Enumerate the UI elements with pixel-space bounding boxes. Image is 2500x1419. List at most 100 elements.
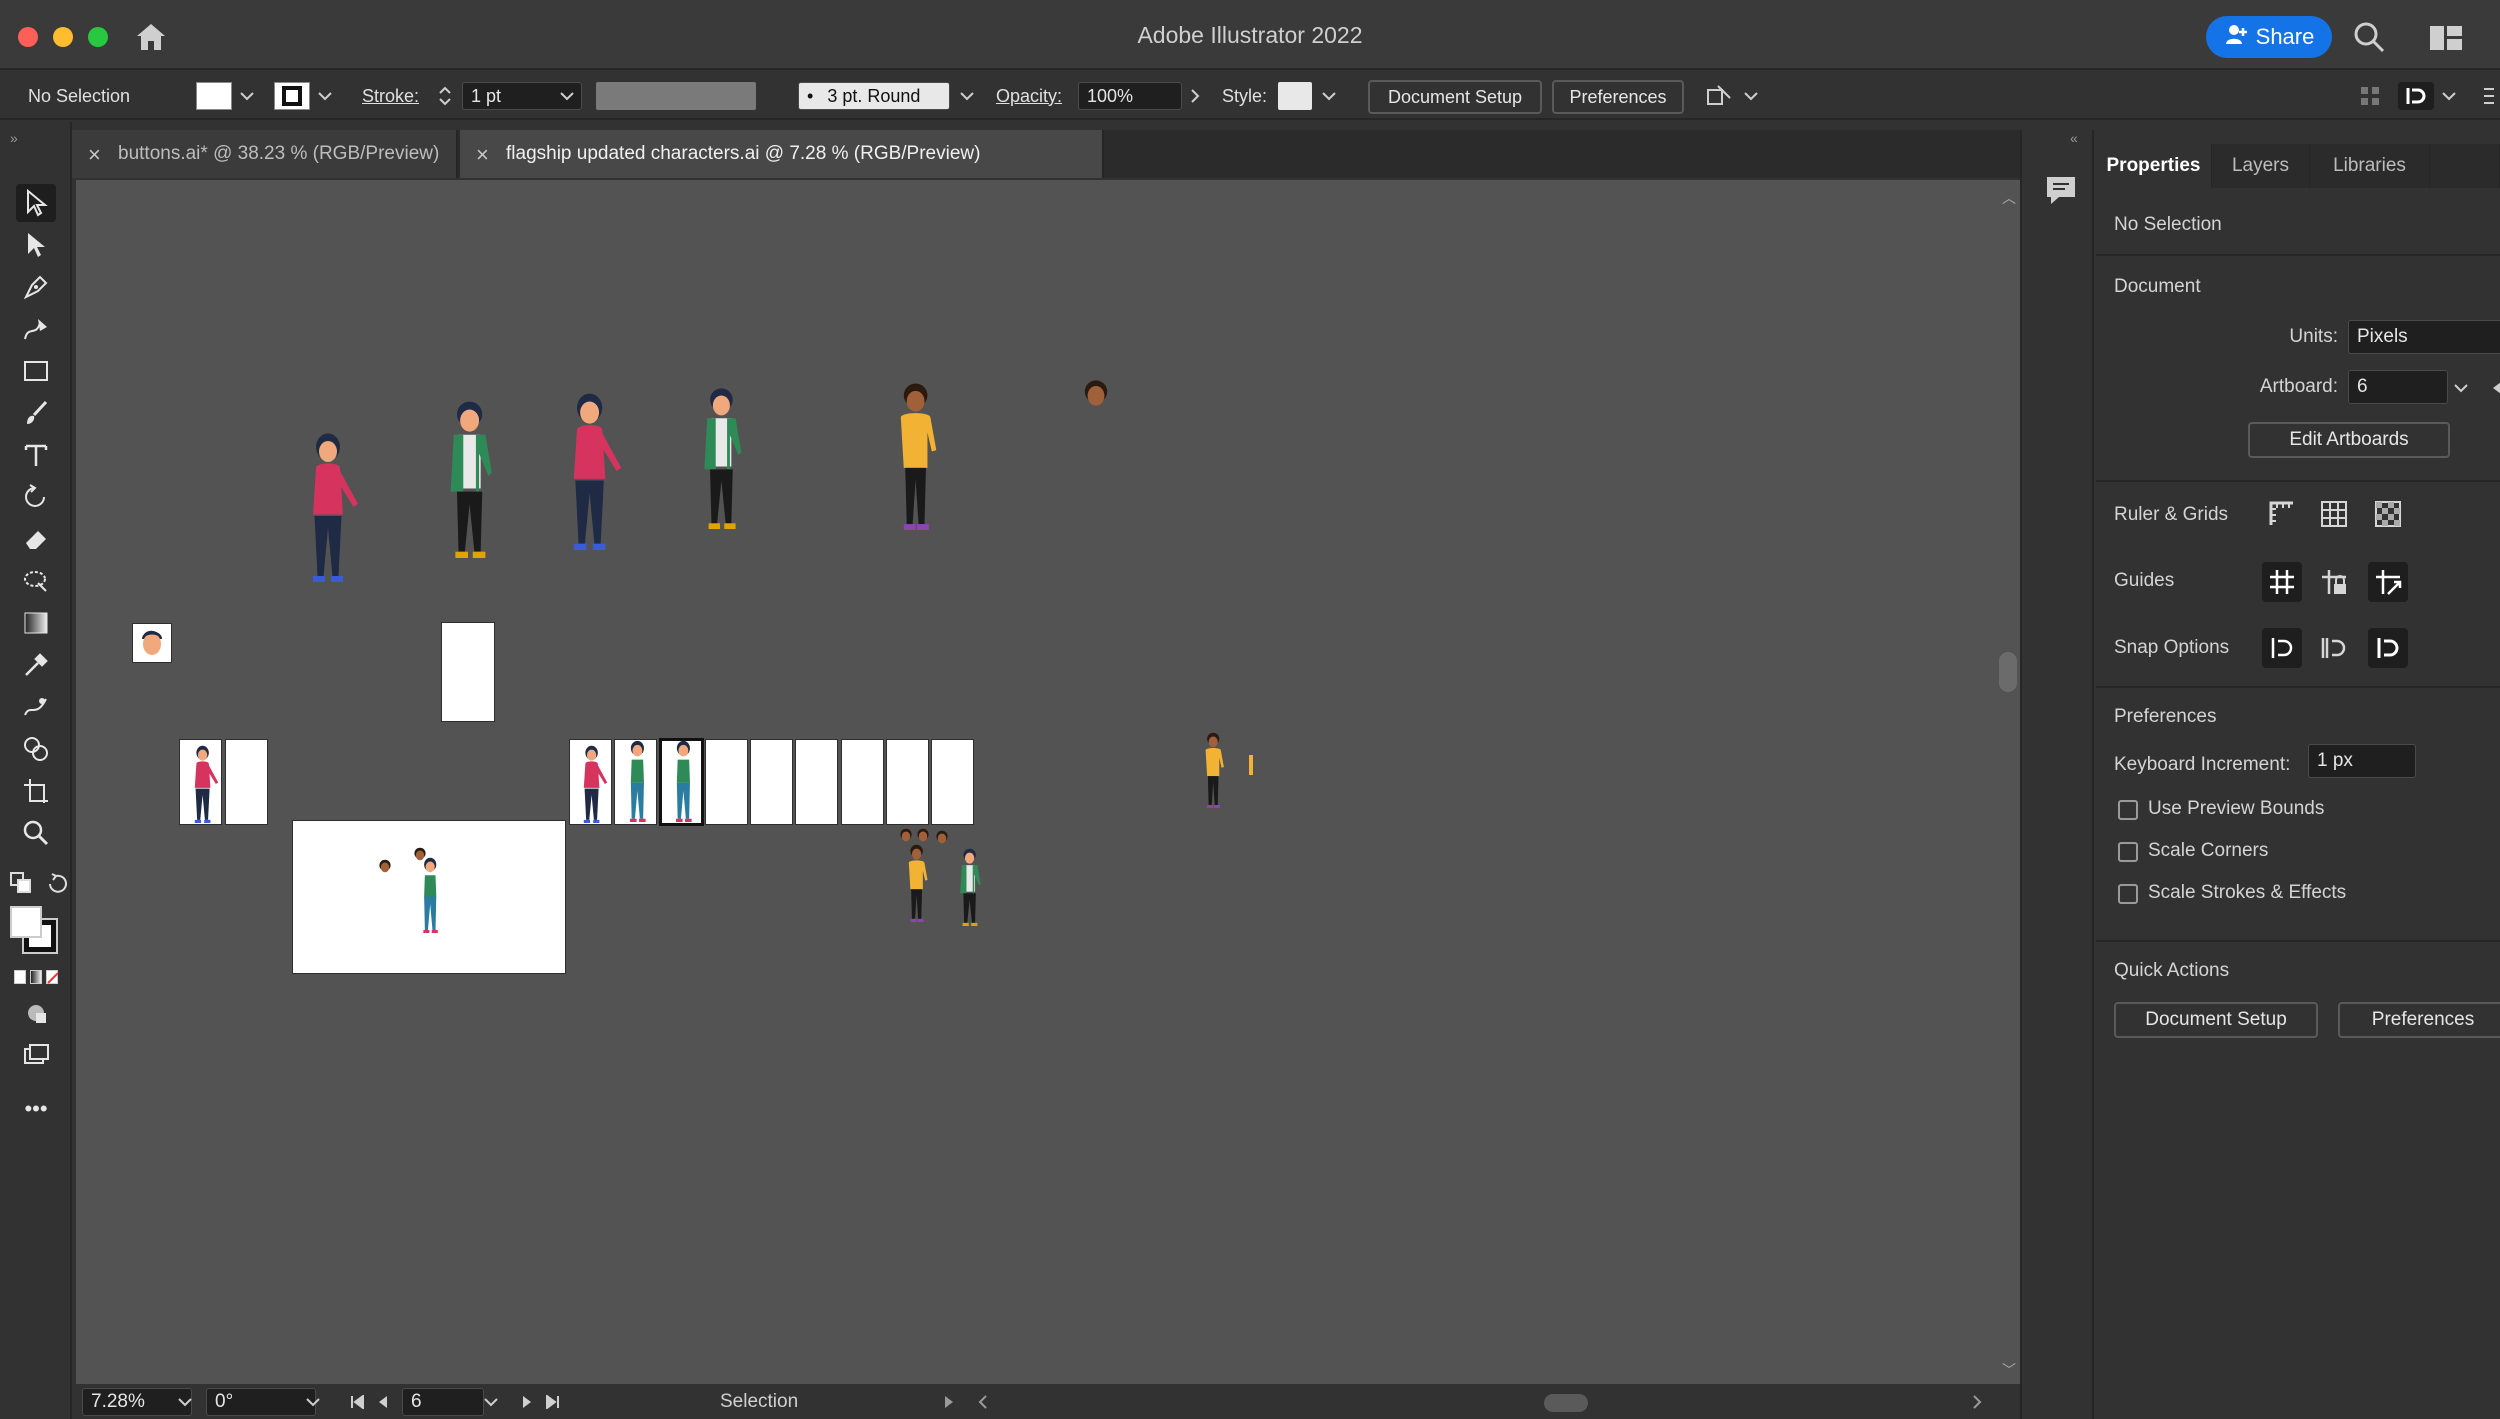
lock-guides-icon[interactable] — [2314, 562, 2354, 602]
chevron-down-icon[interactable] — [314, 82, 336, 110]
edit-artboards-button[interactable]: Edit Artboards — [2248, 422, 2450, 458]
chevron-down-icon[interactable] — [1318, 82, 1340, 110]
chevron-down-icon[interactable] — [2438, 82, 2460, 110]
units-select[interactable]: Pixels — [2348, 320, 2500, 354]
eyedropper-tool-icon[interactable] — [16, 646, 56, 684]
horizontal-scroll-thumb[interactable] — [1544, 1394, 1588, 1412]
artboard-canvas[interactable] — [76, 180, 1996, 1384]
close-icon[interactable]: × — [476, 142, 489, 168]
play-icon[interactable] — [938, 1388, 960, 1416]
previous-artboard-icon[interactable] — [372, 1388, 394, 1416]
rectangle-tool-icon[interactable] — [16, 352, 56, 390]
smart-guides-icon[interactable] — [2368, 562, 2408, 602]
collapse-icon[interactable]: « — [2070, 130, 2078, 146]
eraser-tool-icon[interactable] — [16, 520, 56, 558]
tab-properties[interactable]: Properties — [2096, 144, 2212, 188]
artboard-tool-icon[interactable] — [16, 772, 56, 810]
next-artboard-icon[interactable] — [516, 1388, 538, 1416]
scroll-thumb[interactable] — [1999, 652, 2017, 692]
transparency-grid-icon[interactable] — [2368, 494, 2408, 534]
brush-definition-value: 3 pt. Round — [827, 85, 921, 106]
opacity-label[interactable]: Opacity: — [996, 82, 1062, 110]
shape-builder-tool-icon[interactable] — [16, 730, 56, 768]
selection-tool-icon[interactable] — [16, 184, 56, 222]
more-tools-icon[interactable]: ••• — [16, 1090, 56, 1128]
document-setup-button[interactable]: Document Setup — [1368, 80, 1542, 114]
type-tool-icon[interactable] — [16, 436, 56, 474]
snap-icon[interactable] — [2398, 82, 2434, 110]
tab-label: flagship updated characters.ai @ 7.28 % … — [506, 143, 981, 164]
artboard-field[interactable]: 6 — [2348, 370, 2448, 404]
recolor-icon[interactable] — [1704, 82, 1734, 110]
pen-tool-icon[interactable] — [16, 268, 56, 306]
default-colors-icon[interactable] — [10, 872, 32, 894]
fill-swatch[interactable] — [196, 82, 232, 110]
rotate-tool-icon[interactable] — [16, 478, 56, 516]
panel-menu-icon[interactable] — [2478, 82, 2500, 110]
chevron-down-icon[interactable]: ﹀ — [2002, 1360, 2016, 1380]
use-preview-bounds-checkbox[interactable] — [2118, 800, 2138, 820]
current-tool-status[interactable]: Selection — [720, 1388, 798, 1416]
tab-libraries[interactable]: Libraries — [2310, 144, 2430, 188]
chevron-up-icon[interactable]: ︿ — [2002, 188, 2016, 208]
variable-width-profile[interactable] — [596, 82, 756, 110]
snap-to-pixel-icon[interactable] — [2368, 628, 2408, 668]
stroke-label[interactable]: Stroke: — [362, 82, 419, 110]
keyboard-increment-field[interactable]: 1 px — [2308, 744, 2416, 778]
chevron-down-icon[interactable] — [236, 82, 258, 110]
tab-flagship-characters[interactable]: × flagship updated characters.ai @ 7.28 … — [460, 130, 1104, 178]
color-mode-icons[interactable] — [14, 970, 60, 986]
scale-corners-checkbox[interactable] — [2118, 842, 2138, 862]
ruler-icon[interactable] — [2262, 494, 2302, 534]
chevron-down-icon[interactable] — [956, 82, 978, 110]
paintbrush-tool-icon[interactable] — [16, 394, 56, 432]
stroke-stepper[interactable] — [434, 82, 456, 110]
brush-definition-field[interactable]: • 3 pt. Round — [798, 82, 950, 110]
close-icon[interactable]: × — [88, 142, 101, 168]
align-icon[interactable] — [2356, 82, 2384, 110]
first-artboard-icon[interactable] — [346, 1388, 368, 1416]
swap-colors-icon[interactable] — [46, 872, 68, 894]
chevron-down-icon[interactable] — [302, 1388, 324, 1416]
chevron-left-icon[interactable] — [972, 1388, 994, 1416]
preferences-button[interactable]: Preferences — [1552, 80, 1684, 114]
snap-to-grid-icon[interactable] — [2314, 628, 2354, 668]
scale-strokes-checkbox[interactable] — [2118, 884, 2138, 904]
curvature-tool-icon[interactable] — [16, 310, 56, 348]
chevron-down-icon[interactable] — [1740, 82, 1762, 110]
chevron-down-icon[interactable] — [174, 1388, 196, 1416]
share-button[interactable]: Share — [2206, 16, 2332, 58]
fill-stroke-swatches[interactable] — [10, 906, 60, 956]
rotation-field[interactable]: 0° — [206, 1388, 316, 1416]
blend-tool-icon[interactable] — [16, 688, 56, 726]
chevron-down-icon[interactable] — [556, 82, 578, 110]
last-artboard-icon[interactable] — [542, 1388, 564, 1416]
draw-mode-icon[interactable] — [16, 994, 56, 1032]
show-guides-icon[interactable] — [2262, 562, 2302, 602]
comments-icon[interactable] — [2044, 174, 2078, 206]
graphic-style-swatch[interactable] — [1278, 82, 1312, 110]
chevron-right-icon[interactable] — [1966, 1388, 1988, 1416]
vertical-scrollbar[interactable]: ︿ ﹀ — [1996, 180, 2020, 1384]
gradient-tool-icon[interactable] — [16, 604, 56, 642]
workspace-layout-icon[interactable] — [2428, 24, 2464, 52]
chevron-down-icon[interactable] — [2450, 374, 2472, 402]
opacity-field[interactable]: 100% — [1078, 82, 1182, 110]
tab-layers[interactable]: Layers — [2212, 144, 2310, 188]
expand-icon[interactable]: » — [10, 130, 18, 146]
search-icon[interactable] — [2352, 20, 2386, 54]
zoom-tool-icon[interactable] — [16, 814, 56, 852]
tab-buttons[interactable]: × buttons.ai* @ 38.23 % (RGB/Preview) — [72, 130, 458, 178]
snap-to-point-icon[interactable] — [2262, 628, 2302, 668]
quick-document-setup-button[interactable]: Document Setup — [2114, 1002, 2318, 1038]
direct-selection-tool-icon[interactable] — [16, 226, 56, 264]
quick-preferences-button[interactable]: Preferences — [2338, 1002, 2500, 1038]
free-transform-tool-icon[interactable] — [16, 562, 56, 600]
chevron-right-icon[interactable] — [1184, 82, 1206, 110]
chevron-down-icon[interactable] — [480, 1388, 502, 1416]
screen-mode-icon[interactable] — [16, 1036, 56, 1074]
artboard-navigation-field[interactable]: 6 — [402, 1388, 484, 1416]
grid-icon[interactable] — [2314, 494, 2354, 534]
previous-artboard-icon[interactable] — [2486, 374, 2500, 402]
stroke-swatch[interactable] — [274, 82, 310, 110]
